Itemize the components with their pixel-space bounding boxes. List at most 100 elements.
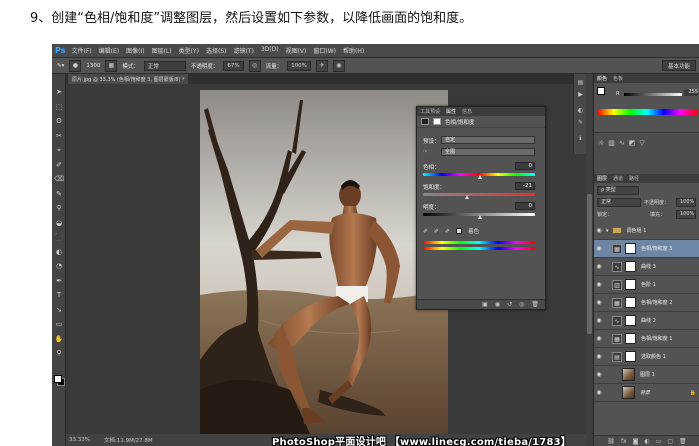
layer-mask-thumb[interactable] — [625, 351, 636, 362]
lightness-field[interactable]: 0 — [515, 202, 535, 210]
mask-icon[interactable] — [433, 118, 441, 125]
tab-properties[interactable]: 属性 — [446, 108, 456, 115]
move-tool-icon[interactable]: ➤ — [54, 88, 64, 97]
layer-mask-thumb[interactable] — [625, 333, 636, 344]
menu-item-6[interactable]: 滤镜(T) — [233, 46, 253, 55]
r-slider[interactable] — [624, 93, 682, 96]
scrollbar-thumb[interactable] — [587, 194, 592, 334]
new-adjustment-icon[interactable]: ◐ — [644, 438, 649, 445]
tab-paths[interactable]: 路径 — [629, 175, 639, 182]
flow-field[interactable]: 100% — [287, 60, 311, 71]
healing-tool-icon[interactable]: ✐ — [54, 161, 64, 170]
hand-adjust-icon[interactable]: ☞ — [423, 149, 428, 155]
brush-panel-strip-icon[interactable]: ✎ — [576, 118, 585, 127]
layer-fill-field[interactable]: 100% — [676, 210, 696, 219]
menu-item-1[interactable]: 编辑(E) — [99, 46, 119, 55]
layer-kind-filter[interactable]: ρ 类型 — [597, 186, 639, 195]
adj-curves-icon[interactable]: ∿ — [619, 139, 625, 147]
airbrush-icon[interactable]: ✈ — [315, 59, 328, 72]
layer-row[interactable]: ◉ ▾ 调色组 1 — [594, 222, 699, 240]
opacity-field[interactable]: 67% — [223, 60, 244, 71]
type-tool-icon[interactable]: T — [54, 291, 64, 300]
clip-to-layer-icon[interactable]: ▣ — [482, 301, 488, 308]
info-icon[interactable]: ℹ — [576, 134, 585, 143]
colorize-checkbox[interactable] — [456, 228, 463, 234]
crop-tool-icon[interactable]: ✂ — [54, 132, 64, 141]
lasso-tool-icon[interactable]: ʘ — [54, 117, 64, 126]
saturation-slider[interactable] — [423, 193, 535, 196]
mode-select[interactable]: 正常 — [143, 60, 186, 71]
adjustments-icon[interactable]: ◐ — [576, 106, 585, 115]
canvas-scrollbar[interactable] — [586, 74, 593, 446]
eye-icon[interactable]: ◉ — [594, 263, 604, 270]
eye-icon[interactable]: ◉ — [594, 299, 604, 306]
zoom-level[interactable]: 33.33% — [69, 437, 90, 443]
tab-layers[interactable]: 图层 — [597, 175, 607, 182]
marquee-tool-icon[interactable]: ⬚ — [54, 103, 64, 112]
menu-item-3[interactable]: 图层(L) — [152, 46, 172, 55]
adj-brightness-icon[interactable]: ☼ — [598, 139, 604, 147]
pressure-size-icon[interactable]: ◉ — [332, 59, 345, 72]
new-layer-icon[interactable]: ▢ — [667, 438, 673, 445]
saturation-slider-thumb[interactable] — [465, 195, 470, 199]
eyedropper-tool-icon[interactable]: ⌖ — [54, 146, 64, 155]
brush-preset-picker[interactable]: ● — [69, 59, 82, 72]
layer-row[interactable]: ◉ ▦ 色相/饱和度 3 — [594, 240, 699, 258]
hand-tool-icon[interactable]: ✋ — [54, 335, 64, 344]
path-select-tool-icon[interactable]: ➘ — [54, 306, 64, 315]
adj-levels-icon[interactable]: ▥ — [608, 139, 615, 147]
eye-icon[interactable]: ◉ — [594, 371, 604, 378]
layer-mask-thumb[interactable] — [625, 261, 636, 272]
add-mask-icon[interactable]: ◙ — [633, 438, 639, 445]
layer-row[interactable]: ◉ ∿ 曲线 2 — [594, 312, 699, 330]
brush-panel-icon[interactable]: ▦ — [105, 59, 118, 72]
tab-channels[interactable]: 通道 — [613, 175, 623, 182]
layer-row[interactable]: ◉ 图层 1 — [594, 366, 699, 384]
brush-tool-icon[interactable]: ✎ — [54, 190, 64, 199]
layer-row[interactable]: ◉ ▤ 选取颜色 1 — [594, 348, 699, 366]
foreground-color-swatch[interactable] — [54, 375, 62, 383]
workspace-select[interactable]: 基本功能 — [661, 60, 696, 71]
adjustment-icon[interactable] — [421, 118, 429, 125]
adj-exposure-icon[interactable]: ◩ — [629, 139, 636, 147]
color-ramp[interactable] — [597, 109, 697, 115]
hue-slider-thumb[interactable] — [478, 175, 482, 179]
layer-row[interactable]: ◉ ▥ 色阶 1 — [594, 276, 699, 294]
tab-color[interactable]: 颜色 — [597, 75, 607, 82]
menu-item-10[interactable]: 帮助(H) — [343, 46, 364, 55]
channel-select[interactable]: 全图 — [441, 148, 535, 156]
adj-vibrance-icon[interactable]: ▽ — [639, 139, 644, 147]
document-tab[interactable]: 原片.jpg @ 33.3% (色相/饱和度 3, 图层蒙版/8) * — [68, 74, 189, 84]
menu-item-0[interactable]: 文件(F) — [71, 46, 91, 55]
history-brush-tool-icon[interactable]: ◒ — [54, 219, 64, 228]
zoom-tool-icon[interactable]: ⚲ — [54, 349, 64, 358]
link-layers-icon[interactable]: ⛓ — [607, 438, 615, 445]
color-fg-swatch[interactable] — [597, 87, 605, 95]
eye-icon[interactable]: ◉ — [594, 389, 604, 396]
eyedropper-icon[interactable]: ✐ — [423, 228, 428, 235]
visibility-icon[interactable]: ◎ — [519, 301, 524, 308]
menu-item-2[interactable]: 图像(I) — [126, 46, 144, 55]
hue-field[interactable]: 0 — [515, 162, 535, 170]
layer-row[interactable]: ◉ ▦ 色相/饱和度 1 — [594, 330, 699, 348]
eye-icon[interactable]: ◉ — [594, 281, 604, 288]
eyedropper-plus-icon[interactable]: ✐ — [434, 228, 439, 235]
menu-item-5[interactable]: 选择(S) — [206, 46, 227, 55]
layer-mask-thumb[interactable] — [625, 243, 636, 254]
layer-mask-thumb[interactable] — [625, 315, 636, 326]
layer-opacity-field[interactable]: 100% — [676, 198, 696, 207]
gradient-tool-icon[interactable]: ◐ — [54, 248, 64, 257]
eraser-alt-tool-icon[interactable]: ⌫ — [54, 175, 64, 184]
saturation-field[interactable]: -21 — [515, 182, 535, 190]
tab-tool-presets[interactable]: 工具预设 — [420, 108, 440, 115]
shape-tool-icon[interactable]: ▭ — [54, 320, 64, 329]
eye-icon[interactable]: ◉ — [594, 245, 604, 252]
actions-icon[interactable]: ▶ — [576, 90, 585, 99]
menu-item-7[interactable]: 3D(D) — [261, 46, 279, 55]
menu-item-9[interactable]: 窗口(W) — [313, 46, 336, 55]
eye-icon[interactable]: ◉ — [594, 317, 604, 324]
tab-info[interactable]: 信息 — [462, 108, 472, 115]
clone-tool-icon[interactable]: ⚲ — [54, 204, 64, 213]
brush-tool-icon[interactable]: ✎▾ — [57, 63, 64, 69]
eye-icon[interactable]: ◉ — [594, 335, 604, 342]
